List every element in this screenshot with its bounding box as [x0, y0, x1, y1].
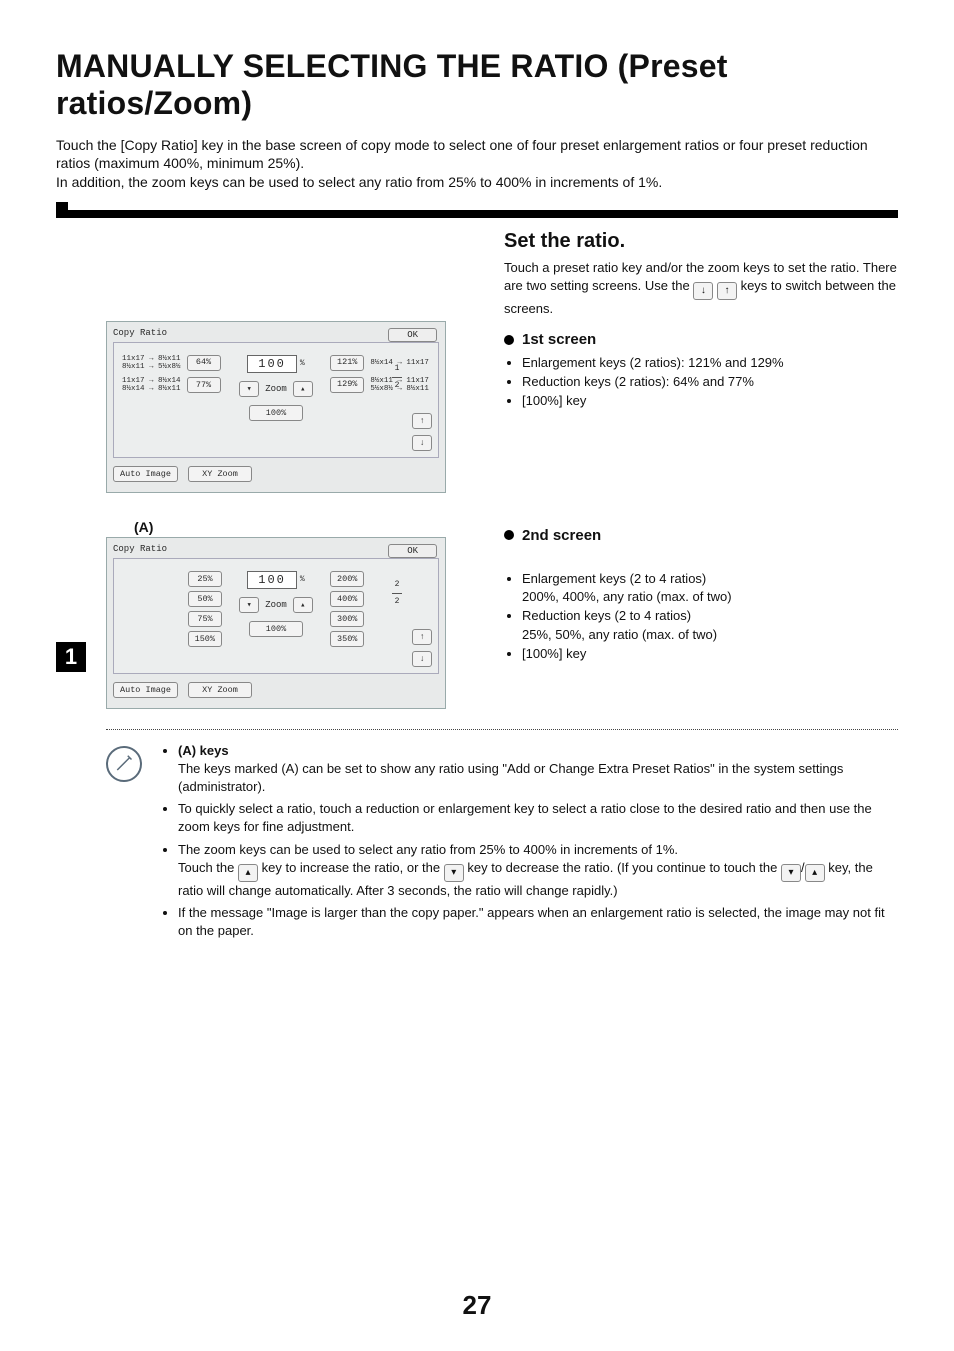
- note-text: key to decrease the ratio. (If you conti…: [467, 860, 781, 875]
- bullet-icon: [504, 530, 514, 540]
- zoom-label: Zoom: [265, 384, 287, 394]
- intro-line-1: Touch the [Copy Ratio] key in the base s…: [56, 137, 868, 172]
- preset-ratio-50[interactable]: 50%: [188, 591, 222, 607]
- preset-ratio-200[interactable]: 200%: [330, 571, 364, 587]
- a-keys-label: (A): [134, 519, 476, 535]
- ratio-panel-2: Copy Ratio OK 25% 50% 75% 150% 100 %: [106, 537, 446, 709]
- page-indicator: 22: [392, 581, 402, 607]
- intro-line-2: In addition, the zoom keys can be used t…: [56, 174, 662, 190]
- size-label: 11x17 → 8½x118½x11 → 5½x8½: [122, 355, 181, 372]
- zoom-up-icon[interactable]: ▴: [293, 381, 313, 397]
- zoom-down-icon[interactable]: ▾: [239, 597, 259, 613]
- ok-button[interactable]: OK: [388, 328, 437, 342]
- section-rule: [56, 210, 898, 218]
- list-item: Reduction keys (2 to 4 ratios): [522, 607, 898, 626]
- auto-image-button[interactable]: Auto Image: [113, 466, 178, 482]
- list-item: The zoom keys can be used to select any …: [178, 841, 898, 900]
- down-arrow-icon[interactable]: ↓: [693, 282, 713, 300]
- second-screen-bullets: Enlargement keys (2 to 4 ratios): [504, 570, 898, 589]
- zoom-down-icon[interactable]: ▾: [239, 381, 259, 397]
- list-item: [100%] key: [522, 645, 898, 664]
- xy-zoom-button[interactable]: XY Zoom: [188, 682, 252, 698]
- list-sub-item: 25%, 50%, any ratio (max. of two): [522, 626, 898, 645]
- zoom-down-icon[interactable]: ▾: [781, 864, 801, 882]
- zoom-up-icon[interactable]: ▴: [293, 597, 313, 613]
- screen-up-button[interactable]: ↑: [412, 413, 432, 429]
- preset-ratio-64[interactable]: 64%: [187, 355, 221, 371]
- note-text: key to increase the ratio, or the: [262, 860, 444, 875]
- ratio-display: 100 %: [247, 355, 304, 373]
- hundred-percent-button[interactable]: 100%: [249, 621, 303, 637]
- zoom-label: Zoom: [265, 600, 287, 610]
- ratio-value: 100: [247, 571, 297, 589]
- preset-ratio-400[interactable]: 400%: [330, 591, 364, 607]
- note-text: Touch the: [178, 860, 238, 875]
- intro-text: Touch the [Copy Ratio] key in the base s…: [56, 136, 898, 193]
- second-screen-heading: 2nd screen: [504, 527, 898, 544]
- auto-image-button[interactable]: Auto Image: [113, 682, 178, 698]
- note-icon: [106, 746, 142, 782]
- zoom-up-icon[interactable]: ▴: [805, 864, 825, 882]
- list-item: (A) keys The keys marked (A) can be set …: [178, 742, 898, 797]
- note-text: The keys marked (A) can be set to show a…: [178, 761, 843, 794]
- second-screen-bullets-2: Reduction keys (2 to 4 ratios): [504, 607, 898, 626]
- preset-ratio-75[interactable]: 75%: [188, 611, 222, 627]
- set-ratio-paragraph: Touch a preset ratio key and/or the zoom…: [504, 259, 898, 317]
- list-item: Enlargement keys (2 to 4 ratios): [522, 570, 898, 589]
- divider: [106, 729, 898, 730]
- preset-ratio-129[interactable]: 129%: [330, 377, 364, 393]
- preset-ratio-25[interactable]: 25%: [188, 571, 222, 587]
- screen-down-button[interactable]: ↓: [412, 651, 432, 667]
- preset-ratio-350[interactable]: 350%: [330, 631, 364, 647]
- preset-ratio-150[interactable]: 150%: [188, 631, 222, 647]
- preset-ratio-300[interactable]: 300%: [330, 611, 364, 627]
- a-keys-heading: (A) keys: [178, 743, 229, 758]
- list-item: To quickly select a ratio, touch a reduc…: [178, 800, 898, 836]
- list-item: If the message "Image is larger than the…: [178, 904, 898, 940]
- page-indicator: 12: [392, 365, 402, 391]
- note-text: The zoom keys can be used to select any …: [178, 842, 678, 857]
- list-sub-item: 200%, 400%, any ratio (max. of two): [522, 588, 898, 607]
- percent-label: %: [300, 359, 305, 368]
- second-screen-label: 2nd screen: [522, 527, 601, 544]
- preset-ratio-77[interactable]: 77%: [187, 377, 221, 393]
- zoom-up-icon[interactable]: ▴: [238, 864, 258, 882]
- zoom-down-icon[interactable]: ▾: [444, 864, 464, 882]
- second-screen-bullets-3: [100%] key: [504, 645, 898, 664]
- set-ratio-heading: Set the ratio.: [504, 230, 898, 253]
- preset-ratio-121[interactable]: 121%: [330, 355, 364, 371]
- screen-up-button[interactable]: ↑: [412, 629, 432, 645]
- notes-list: (A) keys The keys marked (A) can be set …: [162, 742, 898, 945]
- size-label: 11x17 → 8½x148½x14 → 8½x11: [122, 377, 181, 394]
- page-title: MANUALLY SELECTING THE RATIO (Preset rat…: [56, 48, 898, 122]
- xy-zoom-button[interactable]: XY Zoom: [188, 466, 252, 482]
- ratio-panel-1: Copy Ratio OK 11x17 → 8½x118½x11 → 5½x8½…: [106, 321, 446, 493]
- screen-down-button[interactable]: ↓: [412, 435, 432, 451]
- page-number: 27: [0, 1290, 954, 1321]
- percent-label: %: [300, 575, 305, 584]
- ratio-display: 100 %: [247, 571, 304, 589]
- hundred-percent-button[interactable]: 100%: [249, 405, 303, 421]
- ok-button[interactable]: OK: [388, 544, 437, 558]
- up-arrow-icon[interactable]: ↑: [717, 282, 737, 300]
- ratio-value: 100: [247, 355, 297, 373]
- step-number-badge: 1: [56, 642, 86, 672]
